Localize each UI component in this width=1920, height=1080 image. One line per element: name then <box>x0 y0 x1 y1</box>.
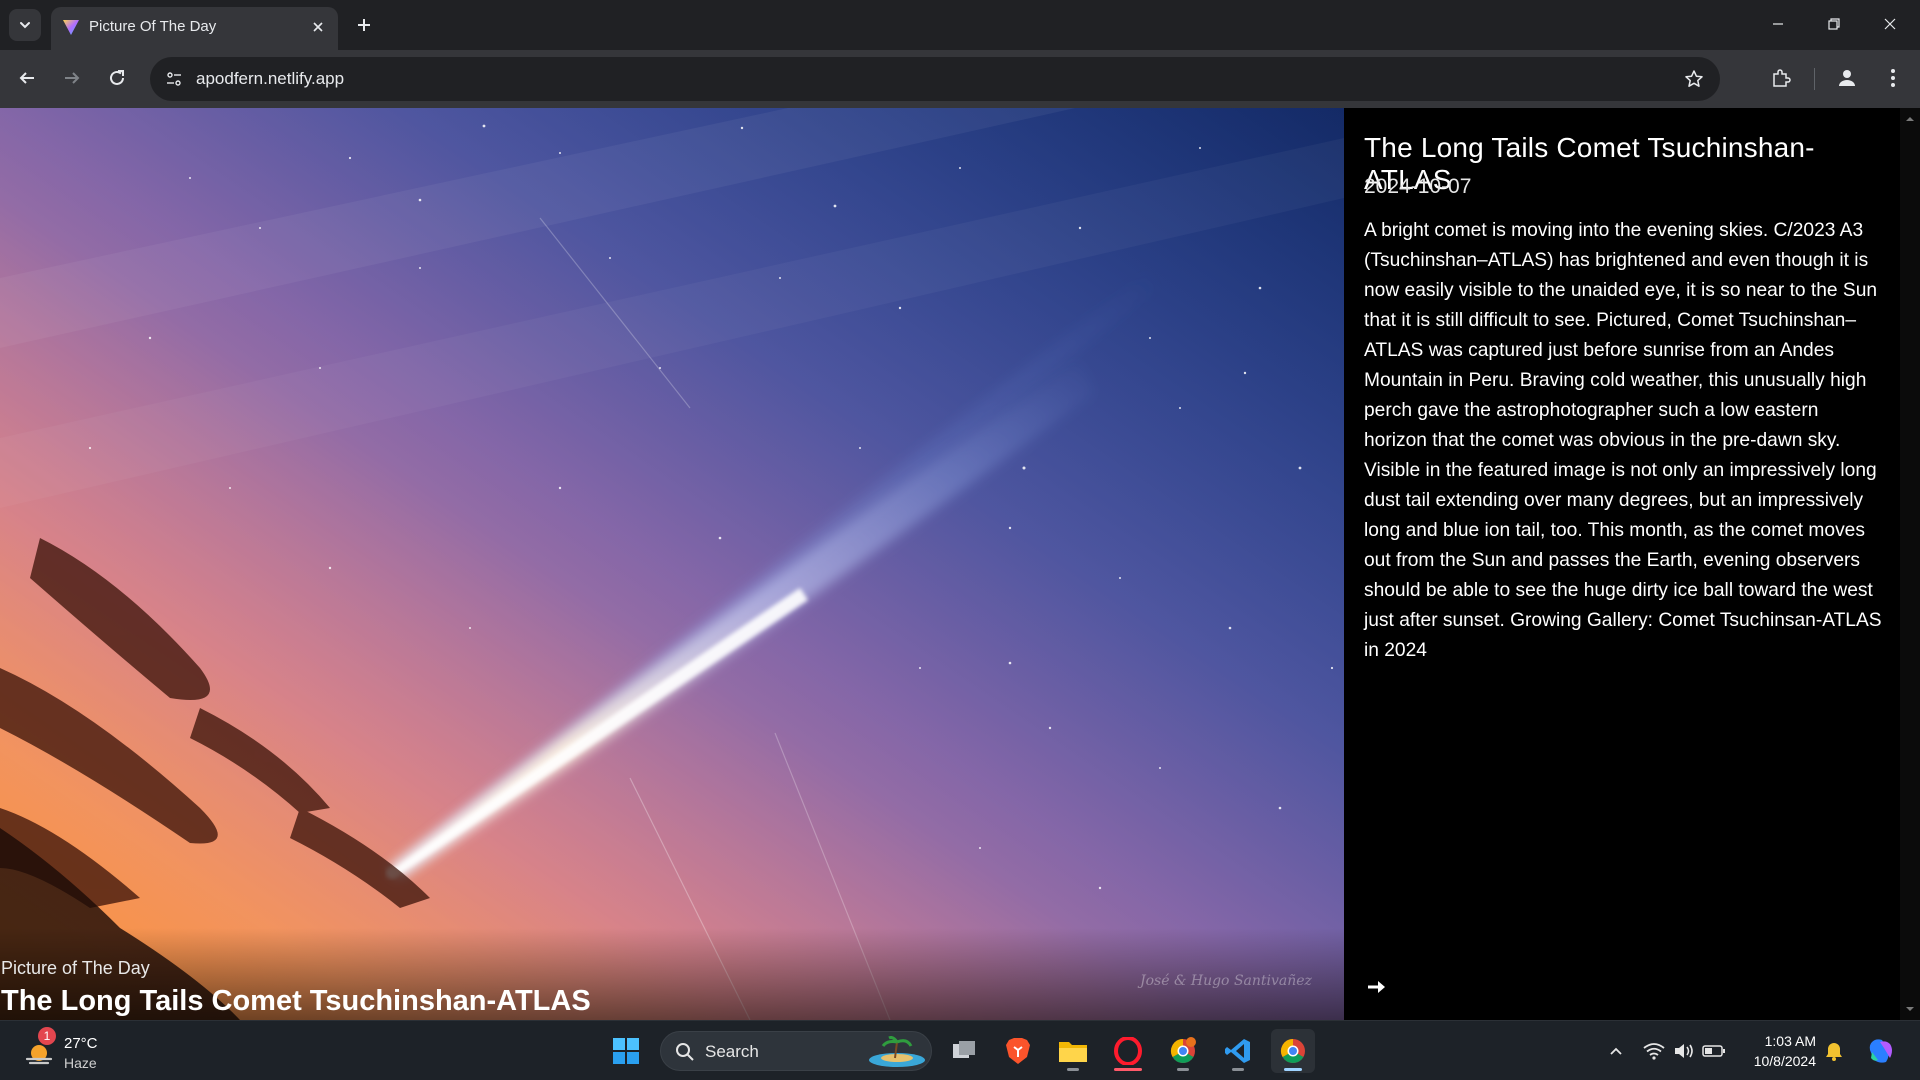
search-label: Search <box>705 1042 759 1061</box>
show-hidden-icons-button[interactable] <box>1604 1039 1628 1063</box>
page-scrollbar[interactable] <box>1900 108 1920 1020</box>
file-explorer-button[interactable] <box>1051 1029 1095 1073</box>
folder-icon <box>1059 1042 1087 1062</box>
running-indicator <box>1067 1068 1079 1071</box>
bookmark-button[interactable] <box>1682 67 1706 91</box>
opera-icon <box>1114 1037 1142 1065</box>
bell-icon <box>1826 1043 1842 1061</box>
chevron-up-icon <box>1610 1047 1622 1055</box>
star-icon <box>1685 70 1703 87</box>
minimize-icon <box>1773 23 1783 25</box>
chrome-icon <box>1280 1039 1305 1064</box>
windows-logo-icon <box>613 1038 639 1064</box>
wifi-icon <box>1643 1043 1665 1060</box>
tab-search-button[interactable] <box>9 9 41 41</box>
weather-badge: 1 <box>38 1027 56 1045</box>
triangle-gradient-icon <box>63 20 79 35</box>
restore-icon <box>1828 18 1840 30</box>
arrow-right-icon <box>1368 981 1385 993</box>
photo-caption: Picture of The Day The Long Tails Comet … <box>0 958 1344 1020</box>
volume-icon <box>1675 1044 1693 1058</box>
person-icon <box>1839 70 1855 86</box>
reload-button[interactable] <box>100 61 134 95</box>
browser-menu-button[interactable] <box>1878 63 1908 93</box>
weather-widget[interactable]: 1 27°C Haze <box>20 1027 130 1073</box>
copilot-button[interactable] <box>1866 1036 1896 1066</box>
weather-condition: Haze <box>64 1055 97 1071</box>
start-button[interactable] <box>604 1029 648 1073</box>
running-indicator <box>1232 1068 1244 1071</box>
extensions-button[interactable] <box>1766 63 1796 93</box>
battery-button[interactable] <box>1702 1039 1726 1063</box>
url-text: apodfern.netlify.app <box>196 69 345 88</box>
weather-temperature: 27°C <box>64 1035 98 1052</box>
back-button[interactable] <box>10 61 44 95</box>
chrome-button-active[interactable] <box>1271 1029 1315 1073</box>
clock-date: 10/8/2024 <box>1753 1053 1816 1069</box>
arrow-right-icon <box>65 72 80 84</box>
search-icon <box>676 1043 694 1061</box>
chevron-down-icon <box>20 22 30 29</box>
info-date: 2024-10-07 <box>1364 175 1472 198</box>
browser-toolbar: apodfern.netlify.app <box>0 50 1920 108</box>
info-panel: The Long Tails Comet Tsuchinshan-ATLAS 2… <box>1344 108 1900 1020</box>
island-icon <box>869 1036 925 1067</box>
kebab-icon <box>1891 69 1895 87</box>
forward-button[interactable] <box>55 61 89 95</box>
reload-icon <box>110 70 124 85</box>
notifications-button[interactable] <box>1822 1039 1846 1063</box>
apod-photo: José & Hugo Santivañez Picture of The Da… <box>0 108 1344 1020</box>
running-indicator <box>1284 1068 1302 1071</box>
scroll-down-icon[interactable] <box>1905 1004 1915 1014</box>
vscode-icon <box>1225 1039 1250 1063</box>
system-clock[interactable]: 1:03 AM 10/8/2024 <box>1744 1031 1816 1071</box>
close-icon <box>1884 18 1896 30</box>
caption-headline: The Long Tails Comet Tsuchinshan-ATLAS <box>1 985 591 1017</box>
comet-image <box>0 108 1344 1020</box>
vscode-button[interactable] <box>1216 1029 1260 1073</box>
browser-tab-strip: Picture Of The Day <box>0 0 1920 50</box>
task-view-button[interactable] <box>942 1029 986 1073</box>
brave-browser-button[interactable] <box>996 1029 1040 1073</box>
taskbar-search[interactable]: Search <box>660 1031 932 1071</box>
scroll-up-icon[interactable] <box>1905 114 1915 124</box>
chrome-profile-button[interactable] <box>1161 1029 1205 1073</box>
chrome-icon <box>1170 1037 1196 1064</box>
restore-button[interactable] <box>1806 0 1862 48</box>
page-viewport: José & Hugo Santivañez Picture of The Da… <box>0 108 1920 1020</box>
arrow-left-icon <box>19 72 34 84</box>
profile-button[interactable] <box>1832 63 1862 93</box>
clock-time: 1:03 AM <box>1764 1033 1816 1049</box>
minimize-button[interactable] <box>1750 0 1806 48</box>
battery-icon <box>1702 1045 1725 1057</box>
running-indicator <box>1114 1068 1142 1071</box>
brave-icon <box>1006 1038 1030 1064</box>
tab-close-button[interactable] <box>308 17 328 37</box>
caption-kicker: Picture of The Day <box>1 958 150 978</box>
puzzle-icon <box>1773 69 1791 87</box>
close-icon <box>313 22 323 32</box>
tab-title: Picture Of The Day <box>89 18 217 35</box>
task-view-icon <box>953 1041 975 1058</box>
explanation-text: A bright comet is moving into the evenin… <box>1364 220 1882 661</box>
wifi-button[interactable] <box>1642 1039 1666 1063</box>
volume-button[interactable] <box>1672 1039 1696 1063</box>
plus-icon <box>358 19 370 31</box>
copilot-icon <box>1869 1039 1892 1063</box>
windows-taskbar: 1 27°C Haze Search 1:03 AM 10/8/2024 <box>0 1020 1920 1080</box>
address-bar[interactable]: apodfern.netlify.app <box>150 57 1720 101</box>
next-button[interactable] <box>1362 975 1392 999</box>
site-info-button[interactable] <box>160 65 188 93</box>
browser-tab-active[interactable]: Picture Of The Day <box>51 7 338 50</box>
running-indicator <box>1177 1068 1189 1071</box>
close-window-button[interactable] <box>1862 0 1918 48</box>
opera-button[interactable] <box>1106 1029 1150 1073</box>
tune-icon <box>167 72 181 86</box>
new-tab-button[interactable] <box>350 11 378 39</box>
toolbar-divider <box>1814 68 1815 90</box>
